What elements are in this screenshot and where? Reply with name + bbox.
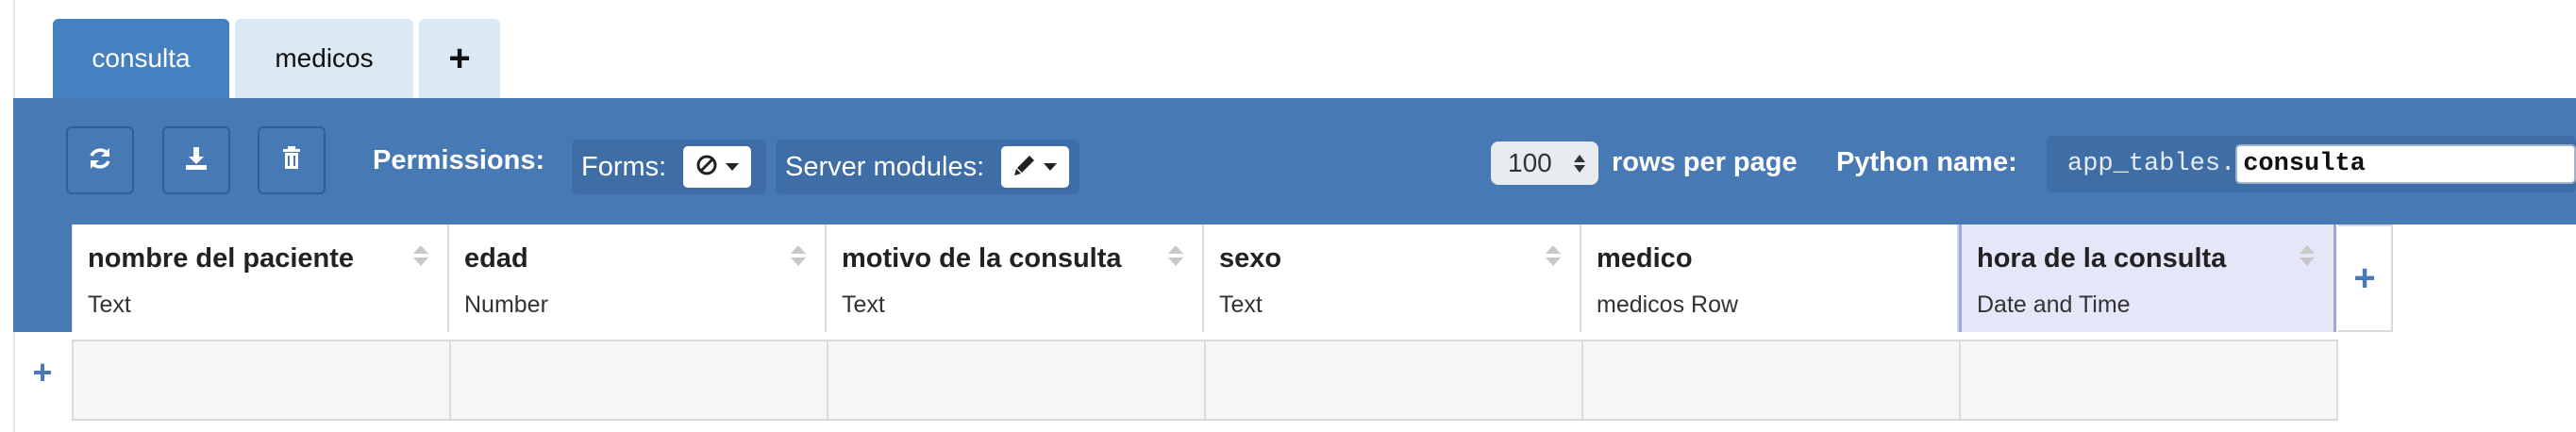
server-modules-label: Server modules: [785,151,985,182]
python-name-prefix: app_tables. [2067,150,2236,178]
sort-icon[interactable] [413,245,428,266]
table-row [72,340,2338,421]
row-gutter-header [13,224,72,332]
download-icon [183,145,209,176]
python-name-label: Python name: [1836,147,2017,177]
column-type: Text [1219,291,1263,318]
column-name: edad [464,243,528,274]
forms-permission-group: Forms: [572,140,766,194]
stepper-arrows-icon[interactable] [1574,154,1585,173]
refresh-icon [87,145,113,176]
rows-per-page-stepper[interactable]: 100 [1491,141,1598,185]
table-cell[interactable] [72,341,449,419]
trash-icon [279,145,304,176]
refresh-button[interactable] [66,126,134,194]
rows-per-page-label: rows per page [1612,147,1798,177]
column-header-row: nombre del paciente Text edad Number mot… [72,224,2336,332]
tab-medicos[interactable]: medicos [235,19,413,98]
pencil-icon [1013,154,1036,181]
sort-icon[interactable] [791,245,806,266]
table-tabs: consulta medicos + [53,19,500,98]
data-table: nombre del paciente Text edad Number mot… [13,224,2576,432]
column-header-selected[interactable]: hora de la consulta Date and Time [1959,224,2336,332]
column-type: medicos Row [1597,291,1739,318]
server-modules-permission-dropdown[interactable] [1001,146,1070,188]
server-modules-permission-group: Server modules: [776,140,1079,194]
python-name-field: app_tables. [2047,136,2576,192]
column-type: Text [88,291,131,318]
column-type: Text [842,291,885,318]
sort-icon[interactable] [1168,245,1183,266]
column-name: hora de la consulta [1977,243,2227,274]
add-column-button[interactable]: + [2338,224,2393,332]
column-type: Date and Time [1977,291,2131,318]
delete-table-button[interactable] [258,126,326,194]
column-name: motivo de la consulta [842,243,1122,274]
sort-icon[interactable] [2300,245,2315,266]
table-cell[interactable] [1581,341,1959,419]
forms-permission-dropdown[interactable] [683,146,752,188]
sort-icon[interactable] [1546,245,1561,266]
table-cell[interactable] [1959,341,2338,419]
no-access-icon [695,154,718,181]
download-button[interactable] [162,126,230,194]
column-name: medico [1597,243,1693,274]
table-cell[interactable] [1204,341,1581,419]
column-name: sexo [1219,243,1282,274]
column-header[interactable]: nombre del paciente Text [72,224,449,332]
permissions-label: Permissions: [373,145,545,175]
column-header[interactable]: medico medicos Row [1581,224,1959,332]
rows-per-page-value: 100 [1508,148,1552,177]
column-type: Number [464,291,548,318]
add-table-tab[interactable]: + [419,19,500,98]
column-header[interactable]: sexo Text [1204,224,1581,332]
chevron-down-icon [1044,163,1058,171]
column-header[interactable]: motivo de la consulta Text [827,224,1204,332]
table-cell[interactable] [827,341,1204,419]
forms-label: Forms: [581,151,667,182]
table-toolbar: Permissions: Forms: Server modules: 100 … [13,98,2576,224]
column-header[interactable]: edad Number [449,224,827,332]
tab-consulta[interactable]: consulta [53,19,229,98]
chevron-down-icon [726,163,740,171]
python-name-input[interactable] [2235,144,2576,184]
column-name: nombre del paciente [88,243,355,274]
table-cell[interactable] [449,341,827,419]
add-row-button[interactable]: + [13,332,72,413]
